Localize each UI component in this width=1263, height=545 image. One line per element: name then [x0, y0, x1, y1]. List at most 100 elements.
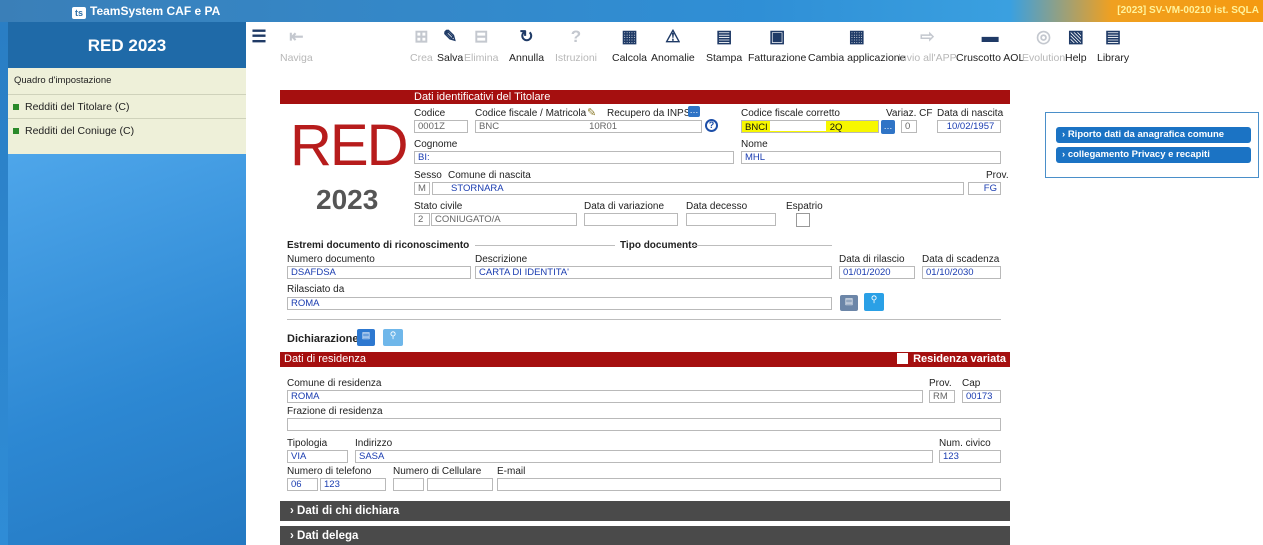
toolbar-evolution-button[interactable]: ◎ Evolution	[1022, 28, 1065, 65]
civico-label: Num. civico	[939, 438, 991, 449]
prov-residenza-field[interactable]: RM	[929, 390, 955, 403]
toolbar-navigate-button[interactable]: ⇤ Naviga	[280, 28, 313, 65]
residenza-title: Dati di residenza	[284, 353, 366, 365]
sidebar-header: RED 2023	[8, 22, 246, 68]
toolbar-dashboard-button[interactable]: ▬ Cruscotto AOL	[956, 27, 1025, 65]
toolbar-delete-button[interactable]: ⊟ Elimina	[464, 28, 498, 65]
stato-civile-label: Stato civile	[414, 201, 463, 212]
sidebar-panel: Quadro d'impostazione Redditi del Titola…	[8, 68, 246, 154]
toolbar-help-button[interactable]: ? Istruzioni	[555, 28, 597, 65]
data-variazione-field[interactable]	[584, 213, 678, 226]
cf-field[interactable]: BNC 10R01	[475, 120, 702, 133]
sidebar-item-coniuge[interactable]: Redditi del Coniuge (C)	[13, 125, 134, 137]
pencil-icon[interactable]: ✎	[587, 106, 601, 119]
privacy-recapiti-label: collegamento Privacy e recapiti	[1067, 149, 1210, 160]
send-app-icon: ⇨	[920, 27, 935, 46]
cf-corretto-lookup-button[interactable]: …	[881, 120, 895, 134]
toolbar-label: Annulla	[509, 52, 545, 64]
toolbar-create-button[interactable]: ⊞ Crea	[410, 27, 433, 65]
dashboard-icon: ▬	[981, 27, 999, 46]
toolbar-warning-button[interactable]: ⚠ Anomalie	[651, 27, 695, 65]
toolbar-undo-button[interactable]: ↻ Annulla	[509, 27, 545, 65]
cf-corretto-value-end: 2Q	[829, 122, 843, 133]
create-icon: ⊞	[414, 27, 429, 46]
stato-civile-code[interactable]: 2	[414, 213, 430, 226]
telefono-prefix-field[interactable]: 06	[287, 478, 318, 491]
toolbar-switch-app-button[interactable]: ▦ Cambia applicazione	[808, 27, 905, 65]
cognome-field[interactable]: BI:	[414, 151, 734, 164]
rilasciato-field[interactable]: ROMA	[287, 297, 832, 310]
telefono-field[interactable]: 123	[320, 478, 386, 491]
comune-nascita-field[interactable]: STORNARA	[432, 182, 964, 195]
toolbar-help-book-button[interactable]: ▧ Help	[1065, 28, 1087, 65]
search-dichiarazione-icon[interactable]: ⚲	[383, 329, 403, 346]
data-decesso-field[interactable]	[686, 213, 776, 226]
cognome-label: Cognome	[414, 139, 458, 150]
cellulare-field[interactable]	[427, 478, 493, 491]
toolbar-pdf-button[interactable]: ▤ Stampa	[706, 27, 742, 65]
toolbar-invoice-button[interactable]: ▣ Fatturazione	[748, 28, 806, 65]
toolbar-label: Cruscotto AOL	[956, 52, 1025, 64]
comune-nascita-label: Comune di nascita	[448, 170, 531, 181]
data-rilascio-field[interactable]: 01/01/2020	[839, 266, 915, 279]
privacy-recapiti-button[interactable]: › collegamento Privacy e recapiti	[1056, 147, 1251, 163]
riporto-dati-button[interactable]: › Riporto dati da anagrafica comune	[1056, 127, 1251, 143]
toolbar-save-button[interactable]: ✎ Salva	[437, 28, 464, 65]
dichiarazione-label: Dichiarazione	[287, 333, 359, 345]
nome-field[interactable]: MHL	[741, 151, 1001, 164]
espatrio-label: Espatrio	[786, 201, 823, 212]
stato-civile-field[interactable]: CONIUGATO/A	[431, 213, 577, 226]
comune-residenza-field[interactable]: ROMA	[287, 390, 923, 403]
section-dati-delega[interactable]: › Dati delega	[280, 526, 1010, 545]
help-circle-icon[interactable]: ?	[705, 119, 718, 132]
civico-field[interactable]: 123	[939, 450, 1001, 463]
residenza-variata-checkbox[interactable]	[897, 353, 909, 364]
cap-field[interactable]: 00173	[962, 390, 1001, 403]
prov-nascita-field[interactable]: FG	[968, 182, 1001, 195]
toolbar-menu-button[interactable]: ☰	[250, 28, 268, 46]
search-document-icon[interactable]: ⚲	[864, 293, 884, 311]
variaz-field[interactable]: 0	[901, 120, 917, 133]
divider	[287, 319, 1001, 320]
toolbar-send-app-button[interactable]: ⇨ Invio all'APP	[898, 27, 957, 65]
section-label: Dati di chi dichiara	[297, 505, 400, 517]
print-dichiarazione-icon[interactable]: ▤	[357, 329, 375, 346]
comune-residenza-label: Comune di residenza	[287, 378, 382, 389]
warning-icon: ⚠	[665, 27, 681, 46]
sesso-field[interactable]: M	[414, 182, 430, 195]
cellulare-prefix-field[interactable]	[393, 478, 424, 491]
espatrio-checkbox[interactable]	[796, 213, 810, 227]
email-field[interactable]	[497, 478, 1001, 491]
tipo-documento-title: Tipo documento	[620, 240, 698, 251]
switch-app-icon: ▦	[848, 27, 865, 46]
divider	[475, 245, 615, 246]
toolbar-label: Salva	[437, 52, 464, 64]
nascita-field[interactable]: 10/02/1957	[937, 120, 1001, 133]
menu-icon: ☰	[251, 27, 267, 46]
documento-title: Estremi documento di riconoscimento	[287, 240, 470, 251]
toolbar-label: Help	[1065, 52, 1087, 64]
tipologia-field[interactable]: VIA	[287, 450, 348, 463]
toolbar-library-button[interactable]: ▤ Library	[1097, 28, 1129, 65]
numero-documento-field[interactable]: DSAFDSA	[287, 266, 471, 279]
cf-corretto-value: BNCI	[745, 122, 768, 133]
pdf-icon: ▤	[716, 27, 733, 46]
prov-residenza-label: Prov.	[929, 378, 952, 389]
divider	[8, 94, 246, 95]
nascita-label: Data di nascita	[937, 108, 1004, 119]
tipologia-label: Tipologia	[287, 438, 328, 449]
undo-icon: ↻	[519, 27, 534, 46]
toolbar-calculator-button[interactable]: ▦ Calcola	[612, 28, 647, 65]
toolbar-label: Invio all'APP	[898, 52, 957, 64]
data-scadenza-field[interactable]: 01/10/2030	[922, 266, 1001, 279]
recupero-button[interactable]: …	[688, 106, 700, 117]
sidebar-item-titolare[interactable]: Redditi del Titolare (C)	[13, 101, 129, 113]
codice-field[interactable]: 0001Z	[414, 120, 468, 133]
brand: ts TeamSystem CAF e PA	[72, 4, 220, 19]
descrizione-field[interactable]: CARTA DI IDENTITA'	[475, 266, 832, 279]
indirizzo-field[interactable]: SASA	[355, 450, 933, 463]
print-document-icon[interactable]: ▤	[840, 295, 858, 311]
cf-corretto-field[interactable]: BNCI 2Q	[741, 120, 879, 133]
section-dati-dichiarante[interactable]: › Dati di chi dichiara	[280, 501, 1010, 521]
frazione-field[interactable]	[287, 418, 1001, 431]
